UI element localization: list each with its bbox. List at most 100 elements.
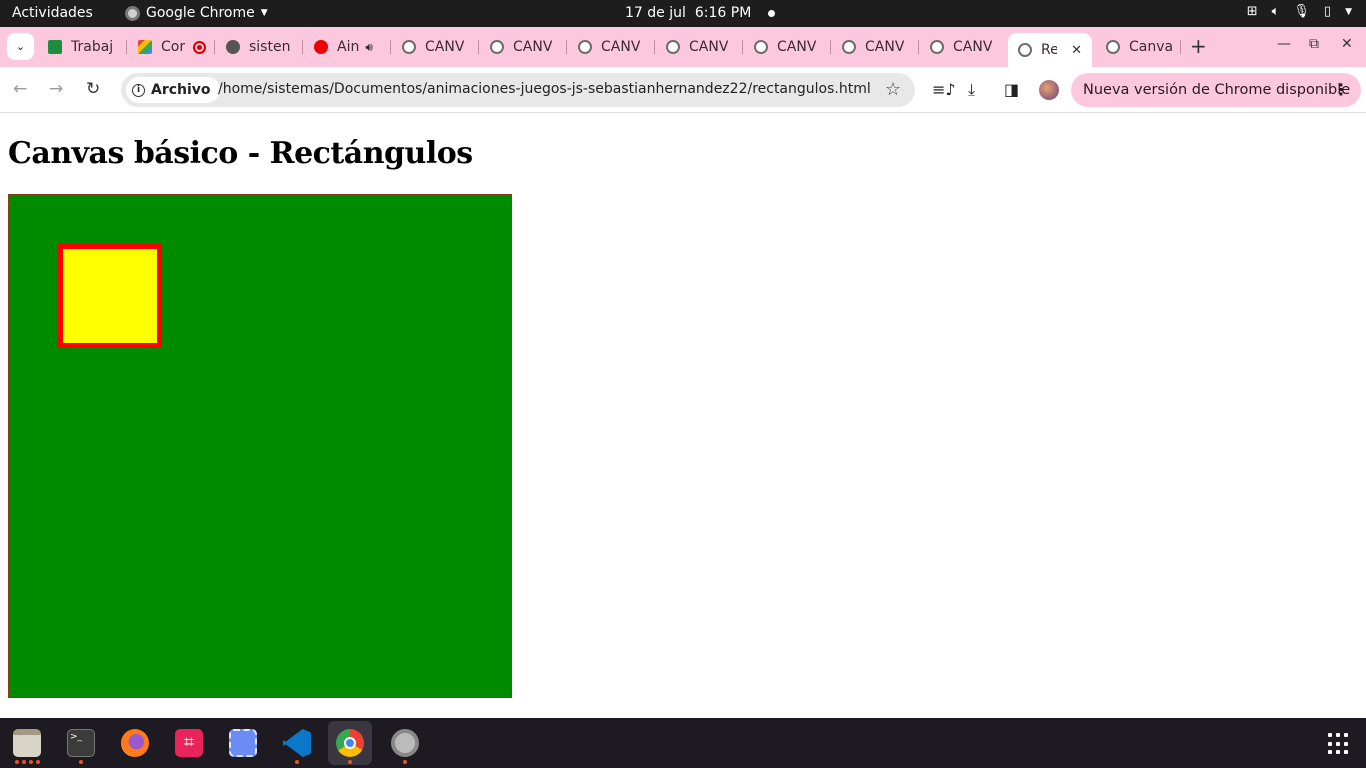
tab[interactable]: CANV (578, 33, 648, 61)
files-icon (13, 729, 41, 757)
volume-icon: 🔈︎ (1271, 4, 1280, 19)
caret-down-icon: ▼ (260, 8, 268, 18)
reload-icon[interactable]: ↻ (86, 79, 100, 99)
tab-label: Trabaj (71, 39, 114, 55)
tab[interactable]: CANV (490, 33, 560, 61)
tab-label: Re (1041, 42, 1058, 58)
info-icon: i (132, 83, 145, 97)
tab-separator (126, 40, 127, 54)
tab-separator (654, 40, 655, 54)
new-tab-button[interactable]: + (1190, 34, 1207, 58)
download-icon[interactable]: ⤓ (968, 80, 975, 100)
globe-icon (666, 40, 680, 54)
tab[interactable]: CANV (930, 33, 1000, 61)
address-bar[interactable]: i Archivo /home/sistemas/Documentos/anim… (121, 73, 915, 107)
tab-separator (742, 40, 743, 54)
chrome-icon (336, 729, 364, 757)
bookmark-star-icon[interactable]: ☆ (885, 79, 901, 100)
meet-icon (138, 40, 152, 54)
globe-icon (842, 40, 856, 54)
dock-screenshot[interactable]: ⌗ (167, 721, 211, 765)
tab[interactable]: Ain 🔊︎ (314, 33, 384, 61)
system-tray[interactable]: ⊞ 🔈︎ 🎙︎ ▯ ▼ (1247, 4, 1352, 19)
tab-label: CANV (601, 39, 641, 55)
dock: >_ ⌗ (0, 718, 1366, 768)
screen-capture-icon (229, 729, 257, 757)
url-text[interactable]: /home/sistemas/Documentos/animaciones-ju… (218, 81, 871, 97)
site-info-label: Archivo (151, 82, 211, 98)
tab-label: CANV (513, 39, 553, 55)
tab-label: CANV (689, 39, 729, 55)
activities-button[interactable]: Actividades (12, 5, 93, 21)
tab-separator (302, 40, 303, 54)
tab-label: CANV (425, 39, 465, 55)
site-info-chip[interactable]: i Archivo (126, 77, 220, 103)
crop-icon: ⌗ (175, 729, 203, 757)
tab[interactable]: Trabaj (48, 33, 116, 61)
youtube-icon (314, 40, 328, 54)
tab-separator (478, 40, 479, 54)
media-controls-icon[interactable]: ≡♪ (932, 80, 956, 99)
tab-separator (1180, 40, 1181, 54)
sheets-icon (48, 40, 62, 54)
globe-icon (930, 40, 944, 54)
update-chrome-label: Nueva versión de Chrome disponible (1083, 82, 1351, 98)
tab-separator (830, 40, 831, 54)
globe-icon (578, 40, 592, 54)
tab[interactable]: CANV (754, 33, 824, 61)
dock-chrome[interactable] (328, 721, 372, 765)
more-menu-icon[interactable]: ⋮ (1333, 80, 1349, 99)
tab-label: CANV (777, 39, 817, 55)
browser-toolbar: ← → ↻ i Archivo /home/sistemas/Documento… (0, 67, 1366, 113)
tab-search-button[interactable]: ⌄ (7, 33, 34, 60)
globe-icon (1106, 40, 1120, 54)
tab[interactable]: CANV (842, 33, 912, 61)
profile-avatar[interactable] (1039, 80, 1059, 100)
dock-files[interactable] (5, 721, 49, 765)
tab-separator (390, 40, 391, 54)
forward-arrow-icon[interactable]: → (49, 79, 63, 99)
tab[interactable]: Canva (1106, 33, 1172, 61)
yellow-square (58, 244, 162, 348)
vscode-icon (283, 729, 311, 757)
tab[interactable]: sisten (226, 33, 292, 61)
tab[interactable]: CANV (402, 33, 472, 61)
dock-settings[interactable] (383, 721, 427, 765)
tab-label: Canva (1129, 39, 1172, 55)
dock-terminal[interactable]: >_ (59, 721, 103, 765)
tab-separator (918, 40, 919, 54)
canvas (8, 194, 512, 698)
dock-vscode[interactable] (275, 721, 319, 765)
tab-active[interactable]: Re ✕ (1008, 33, 1092, 67)
tab-strip: ⌄ Trabaj Cor sisten Ain 🔊︎ CANV CANV CAN… (0, 27, 1366, 67)
chrome-icon (125, 5, 140, 21)
minimize-icon[interactable]: — (1277, 36, 1291, 52)
tab-label: CANV (953, 39, 993, 55)
firefox-icon (121, 729, 149, 757)
battery-icon: ▯ (1323, 4, 1332, 19)
app-menu[interactable]: Google Chrome ▼ (125, 5, 268, 21)
clock-time: 6:16 PM (694, 5, 752, 21)
tab-label: CANV (865, 39, 905, 55)
side-panel-icon[interactable]: ◨ (1004, 80, 1019, 99)
clock[interactable]: 17 de jul 6:16 PM (625, 5, 776, 21)
close-window-icon[interactable]: ✕ (1341, 36, 1353, 52)
dock-firefox[interactable] (113, 721, 157, 765)
tab-label: Cor (161, 39, 186, 55)
tab-separator (214, 40, 215, 54)
tab-separator (566, 40, 567, 54)
dock-screen-recorder[interactable] (221, 721, 265, 765)
recording-icon (193, 40, 207, 54)
tab[interactable]: Cor (138, 33, 210, 61)
tab[interactable]: CANV (666, 33, 736, 61)
show-apps-icon[interactable] (1328, 733, 1350, 755)
tab-label: Ain (337, 39, 360, 55)
microphone-icon: 🎙︎ (1293, 4, 1310, 19)
globe-icon (754, 40, 768, 54)
clock-date: 17 de jul (625, 5, 686, 21)
back-arrow-icon[interactable]: ← (13, 79, 27, 99)
close-tab-icon[interactable]: ✕ (1071, 43, 1082, 58)
audio-playing-icon: 🔊︎ (365, 39, 373, 54)
restore-icon[interactable]: ⧉ (1309, 36, 1319, 52)
update-chrome-button[interactable]: Nueva versión de Chrome disponible ⋮ (1071, 73, 1361, 107)
